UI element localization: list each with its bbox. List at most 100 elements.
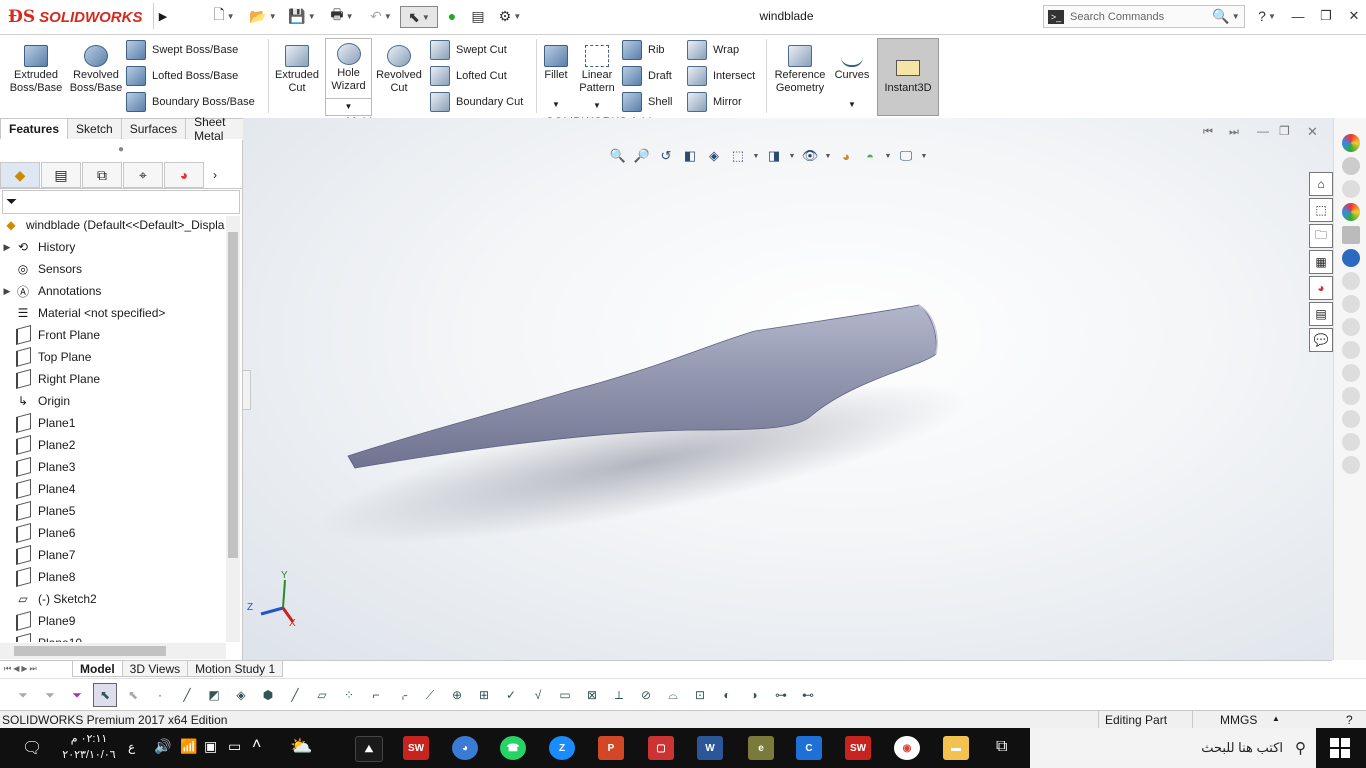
tree-horizontal-scroll-thumb[interactable] xyxy=(14,646,166,656)
filter-datum-targets-icon[interactable]: ⊘ xyxy=(635,684,657,706)
tab-surfaces[interactable]: Surfaces xyxy=(120,118,187,139)
bottom-tab-motion-study-1[interactable]: Motion Study 1 xyxy=(187,661,284,677)
edit-appearance-icon[interactable]: ◕ xyxy=(836,147,856,165)
filter-clear-icon[interactable]: ⏷ xyxy=(66,684,88,706)
filter-weld-symbols-icon[interactable]: ⟂ xyxy=(608,684,630,706)
taskbar-app-photos-icon[interactable]: ⛰ xyxy=(355,736,383,762)
hole-wizard-button[interactable]: Hole Wizard ▼ xyxy=(325,38,372,116)
curves-button[interactable]: Curves ▼ xyxy=(833,45,871,111)
taskbar-app-icon[interactable]: ◕ xyxy=(452,736,478,760)
filter-spline-handles-icon[interactable]: ◐ xyxy=(716,684,738,706)
appearances-pane-icon[interactable] xyxy=(1341,134,1360,152)
viewport-prev-icon[interactable]: ⏮ xyxy=(1203,126,1213,139)
pane-tool-icon[interactable] xyxy=(1341,456,1360,474)
swept-boss-button[interactable]: Swept Boss/Base xyxy=(126,39,266,61)
tree-node[interactable]: ▱ (-) Sketch2 xyxy=(0,588,226,610)
next-tab-icon[interactable]: ▶ xyxy=(21,664,27,674)
taskbar-search-box[interactable]: اكتب هنا للبحث ⚲ xyxy=(1030,728,1316,768)
filter-hide-icon[interactable]: ⏷ xyxy=(39,684,61,706)
filter-planes-icon[interactable]: ▱ xyxy=(311,684,333,706)
wifi-icon[interactable]: 📶 xyxy=(180,738,197,755)
custom-properties-icon[interactable]: ▤ xyxy=(1309,302,1333,326)
clock-date[interactable]: ٢٠٢٣/١٠/٠٦ xyxy=(56,748,122,761)
hide-show-items-icon[interactable]: 👁 xyxy=(800,147,820,165)
coordinate-triad[interactable] xyxy=(247,572,307,632)
taskbar-powerpoint-icon[interactable]: P xyxy=(598,736,624,760)
tree-node[interactable]: Top Plane xyxy=(0,346,226,368)
battery-icon[interactable]: ▭ xyxy=(228,738,241,755)
part-view-icon[interactable]: ⬚ xyxy=(1309,198,1333,222)
tree-node[interactable]: Plane4 xyxy=(0,478,226,500)
configuration-manager-tab[interactable]: ⧉ xyxy=(82,162,122,188)
tree-node[interactable]: Plane2 xyxy=(0,434,226,456)
tree-node[interactable]: Plane10 xyxy=(0,632,226,642)
panel-grip[interactable]: ● xyxy=(0,140,242,160)
boundary-boss-button[interactable]: Boundary Boss/Base xyxy=(126,91,266,113)
filter-midpoints-icon[interactable]: ⌌ xyxy=(392,684,414,706)
open-folder-view-icon[interactable]: 🗀 xyxy=(1309,224,1333,248)
task-view-icon[interactable]: ⧉ xyxy=(996,738,1007,756)
custom-properties-pane-icon[interactable] xyxy=(1341,226,1360,244)
filter-surface-bodies-icon[interactable]: ◈ xyxy=(230,684,252,706)
filter-datum-features-icon[interactable]: ⊠ xyxy=(581,684,603,706)
filter-solid-bodies-icon[interactable]: ⬢ xyxy=(257,684,279,706)
view-orientation-icon[interactable]: ⬚ xyxy=(728,147,748,165)
tree-node[interactable]: ▶ Ⓐ Annotations xyxy=(0,280,226,302)
filter-faces-icon[interactable]: ◩ xyxy=(203,684,225,706)
filter-surface-finish-icon[interactable]: ✓ xyxy=(500,684,522,706)
filter-box-select-icon[interactable]: ⬉ xyxy=(122,684,144,706)
forum-icon[interactable]: 💬 xyxy=(1309,328,1333,352)
pane-tool-icon[interactable] xyxy=(1341,364,1360,382)
filter-blocks-icon[interactable]: ⊡ xyxy=(689,684,711,706)
filter-edges-icon[interactable]: ╱ xyxy=(176,684,198,706)
pane-tool-icon[interactable] xyxy=(1341,341,1360,359)
tree-vertical-scroll-thumb[interactable] xyxy=(228,232,238,558)
pane-tool-icon[interactable] xyxy=(1341,318,1360,336)
file-explorer-icon[interactable] xyxy=(1341,180,1360,198)
taskbar-word-icon[interactable]: W xyxy=(697,736,723,760)
dimxpert-manager-tab[interactable]: ⌖ xyxy=(123,162,163,188)
reference-geometry-button[interactable]: Reference Geometry xyxy=(771,45,829,95)
extruded-cut-button[interactable]: Extruded Cut xyxy=(272,45,322,95)
pane-tool-icon[interactable] xyxy=(1341,272,1360,290)
taskbar-file-explorer-icon[interactable]: ▬ xyxy=(943,736,969,760)
fillet-button[interactable]: Fillet ▼ xyxy=(540,45,572,111)
mirror-button[interactable]: Mirror xyxy=(687,91,761,113)
tree-node[interactable]: ☰ Material <not specified> xyxy=(0,302,226,324)
graphics-area[interactable]: Y Z X ⏮ ⏭ — ❐ ✕ xyxy=(243,118,1333,660)
tree-node[interactable]: Plane5 xyxy=(0,500,226,522)
tree-node[interactable]: Plane7 xyxy=(0,544,226,566)
restore-button[interactable]: ❐ xyxy=(1312,6,1340,26)
tab-nav-arrows[interactable]: ⏮ ◀ ▶ ⏭ xyxy=(0,664,72,674)
taskbar-edrawings-icon[interactable]: e xyxy=(748,736,774,760)
filter-sketch-points-icon[interactable]: ⁘ xyxy=(338,684,360,706)
bottom-tab-3d-views[interactable]: 3D Views xyxy=(121,661,189,677)
taskbar-zoom-icon[interactable]: Z xyxy=(549,736,575,760)
status-help-icon[interactable]: ? xyxy=(1346,713,1353,727)
previous-view-icon[interactable]: ↺ xyxy=(656,147,676,165)
fillet-dropdown-icon[interactable]: ▼ xyxy=(552,98,560,111)
wrap-button[interactable]: Wrap xyxy=(687,39,761,61)
filter-select-all-icon[interactable]: ⬉ xyxy=(93,683,117,707)
lofted-boss-button[interactable]: Lofted Boss/Base xyxy=(126,65,266,87)
home-view-icon[interactable]: ⌂ xyxy=(1309,172,1333,196)
first-tab-icon[interactable]: ⏮ xyxy=(4,664,11,674)
filter-centerline-icon[interactable]: ⊕ xyxy=(446,684,468,706)
input-language[interactable]: ع xyxy=(128,740,135,754)
view-palette-icon[interactable]: ▦ xyxy=(1309,250,1333,274)
pane-tool-icon[interactable] xyxy=(1341,410,1360,428)
lofted-cut-button[interactable]: Lofted Cut xyxy=(430,65,534,87)
display-style-icon[interactable]: ◨ xyxy=(764,147,784,165)
revolved-boss-button[interactable]: Revolved Boss/Base xyxy=(68,45,124,95)
display-style-dropdown-icon[interactable]: ▼ xyxy=(788,147,796,165)
tree-root-part[interactable]: ◆ windblade (Default<<Default>_Displa xyxy=(2,214,240,236)
apply-scene-icon[interactable]: ◓ xyxy=(860,147,880,165)
scenes-icon[interactable] xyxy=(1341,203,1360,221)
dynamic-annotation-icon[interactable]: ◈ xyxy=(704,147,724,165)
tree-node[interactable]: Plane8 xyxy=(0,566,226,588)
taskbar-solidworks-2-icon[interactable]: SW xyxy=(845,736,871,760)
taskbar-chrome-icon[interactable]: ◉ xyxy=(894,736,920,760)
tree-node[interactable]: Plane3 xyxy=(0,456,226,478)
tree-filter-field[interactable]: ⏷ xyxy=(2,190,240,214)
taskbar-search-input[interactable]: اكتب هنا للبحث xyxy=(1201,740,1283,756)
